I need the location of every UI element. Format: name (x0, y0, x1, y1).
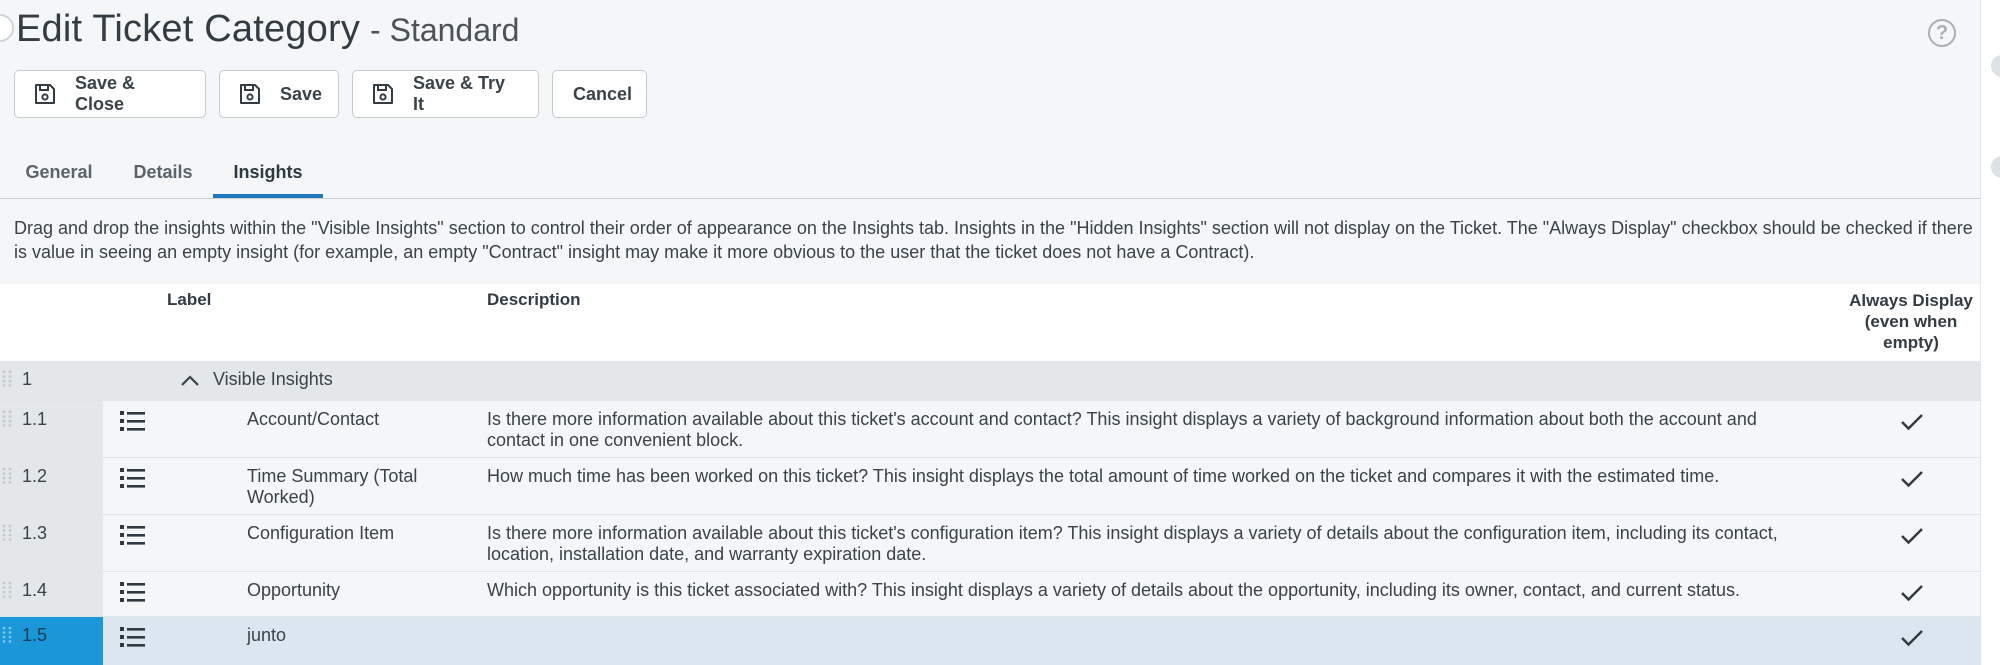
insight-label: Time Summary (Total Worked) (247, 466, 418, 507)
table-row[interactable]: 1.3 Configuration Item Is there more inf… (0, 515, 1980, 572)
group-row-visible-insights[interactable]: 1 Visible Insights (0, 361, 1980, 401)
tab-details-label: Details (133, 161, 193, 182)
column-header-description[interactable]: Description (487, 290, 581, 310)
drag-grip-icon[interactable] (2, 410, 12, 428)
row-number: 1.3 (22, 523, 48, 543)
column-header-label[interactable]: Label (167, 290, 211, 310)
help-icon[interactable]: ? (1928, 19, 1956, 47)
drag-grip-icon[interactable] (2, 467, 12, 485)
list-icon[interactable] (120, 410, 146, 432)
tab-details[interactable]: Details (118, 146, 208, 198)
save-and-try-button[interactable]: Save & Try It (352, 70, 539, 118)
back-button-stub[interactable] (0, 14, 14, 42)
insight-label: Configuration Item (247, 523, 395, 543)
drag-grip-icon[interactable] (2, 370, 12, 388)
row-number-cell (0, 458, 103, 514)
checkmark-icon[interactable] (1900, 412, 1924, 432)
list-icon[interactable] (120, 581, 146, 603)
checkmark-icon[interactable] (1900, 526, 1924, 546)
floppy-disk-icon (371, 82, 395, 106)
floppy-disk-icon (238, 82, 262, 106)
tab-insights[interactable]: Insights (213, 146, 323, 198)
drag-grip-icon[interactable] (2, 626, 12, 644)
insight-description: Is there more information available abou… (487, 409, 1757, 450)
checkmark-icon[interactable] (1900, 469, 1924, 489)
save-and-try-label: Save & Try It (413, 73, 506, 114)
page-header: Edit Ticket Category - Standard (16, 8, 519, 60)
insight-label: Account/Contact (247, 409, 380, 429)
tab-general-label: General (25, 161, 93, 182)
chevron-up-icon[interactable] (180, 374, 200, 386)
checkmark-icon[interactable] (1900, 628, 1924, 648)
table-row[interactable]: 1.2 Time Summary (Total Worked) How much… (0, 458, 1980, 515)
page-subtitle: - Standard (370, 12, 520, 48)
grid-header: Label Description Always Display (even w… (0, 284, 1980, 361)
insight-description: Which opportunity is this ticket associa… (487, 580, 1740, 600)
list-icon[interactable] (120, 626, 146, 648)
table-row-selected[interactable]: 1.5 junto (0, 617, 1980, 665)
cancel-label: Cancel (573, 83, 633, 104)
save-and-close-button[interactable]: Save & Close (14, 70, 206, 118)
tab-bar: General Details Insights (0, 146, 1980, 199)
save-and-close-label: Save & Close (75, 73, 136, 114)
column-header-always-display[interactable]: Always Display (even when empty) (1844, 290, 1978, 353)
table-row[interactable]: 1.4 Opportunity Which opportunity is thi… (0, 572, 1980, 617)
row-number: 1.5 (22, 625, 48, 645)
list-icon[interactable] (120, 467, 146, 489)
row-number: 1.1 (22, 409, 48, 429)
row-number: 1 (22, 369, 33, 389)
group-label: Visible Insights (213, 369, 333, 389)
row-number: 1.2 (22, 466, 48, 486)
save-button[interactable]: Save (219, 70, 339, 118)
insight-description: How much time has been worked on this ti… (487, 466, 1720, 486)
row-number: 1.4 (22, 580, 48, 600)
table-row[interactable]: 1.1 Account/Contact Is there more inform… (0, 401, 1980, 458)
row-number-cell (0, 515, 103, 571)
side-panel-handle[interactable] (1991, 156, 2000, 178)
side-panel-edge (1980, 0, 2000, 665)
toolbar: Save & Close Save Save & Try It Cancel (14, 70, 647, 118)
row-number-cell (0, 401, 103, 457)
insight-label: Opportunity (247, 580, 341, 600)
insight-label: junto (247, 625, 287, 645)
tab-insights-label: Insights (233, 161, 303, 182)
insight-description: Is there more information available abou… (487, 523, 1778, 564)
row-number-cell (0, 617, 103, 665)
page-title: Edit Ticket Category (16, 8, 361, 50)
help-glyph: ? (1935, 21, 1949, 44)
list-icon[interactable] (120, 524, 146, 546)
drag-grip-icon[interactable] (2, 524, 12, 542)
row-number-cell (0, 572, 103, 616)
side-panel-handle[interactable] (1991, 55, 2000, 77)
save-label: Save (280, 83, 323, 104)
checkmark-icon[interactable] (1900, 583, 1924, 603)
tab-general[interactable]: General (10, 146, 108, 198)
floppy-disk-icon (33, 82, 57, 106)
instructions-text: Drag and drop the insights within the "V… (14, 218, 1973, 262)
drag-grip-icon[interactable] (2, 581, 12, 599)
cancel-button[interactable]: Cancel (552, 70, 647, 118)
